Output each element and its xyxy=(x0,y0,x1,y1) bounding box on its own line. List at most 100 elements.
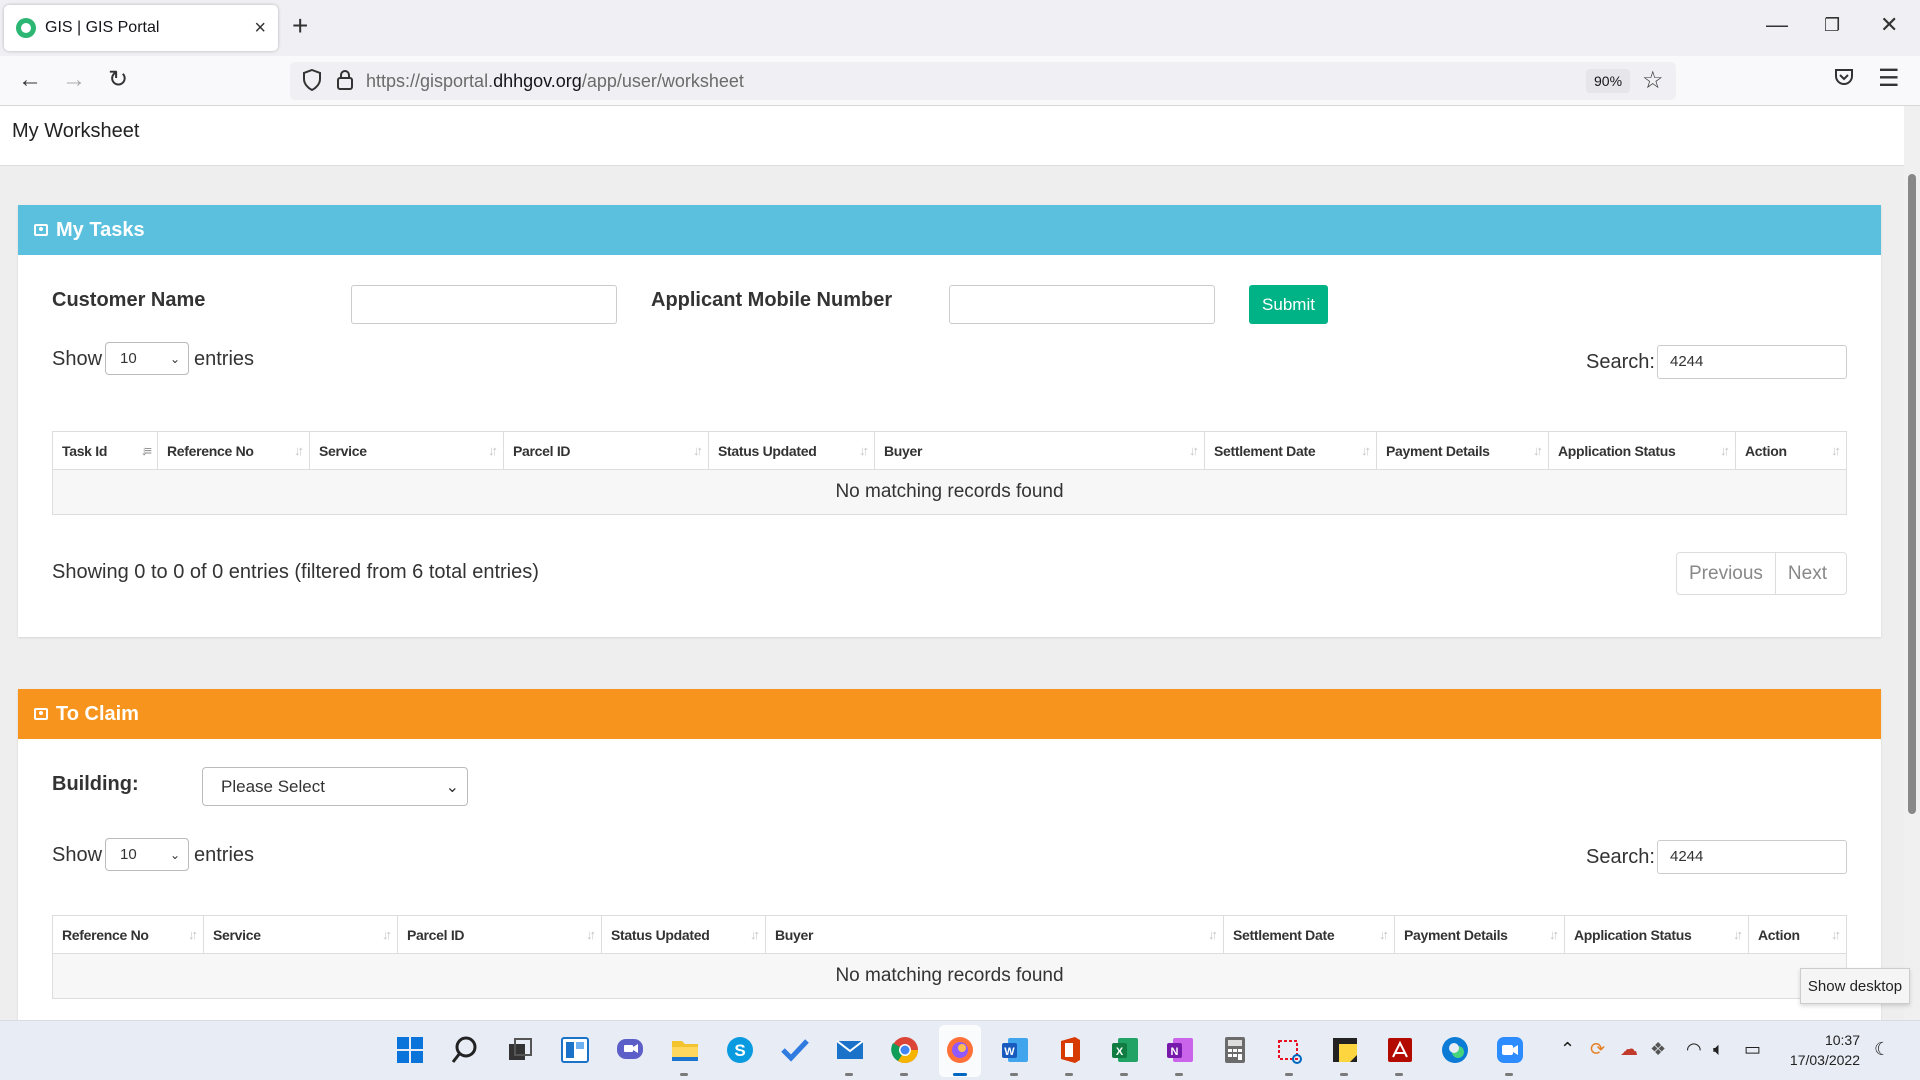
mobile-number-label: Applicant Mobile Number xyxy=(651,289,893,311)
firefox-icon[interactable] xyxy=(945,1035,975,1065)
task-view-icon[interactable] xyxy=(505,1035,535,1065)
battery-icon[interactable]: ▭ xyxy=(1744,1039,1761,1060)
calculator-icon[interactable] xyxy=(1220,1035,1250,1065)
running-indicator xyxy=(1120,1073,1128,1076)
column-header[interactable]: Reference No ↓↑ xyxy=(53,916,204,954)
column-header[interactable]: Settlement Date ↓↑ xyxy=(1205,432,1377,470)
running-indicator xyxy=(1175,1073,1183,1076)
skype-icon[interactable]: S xyxy=(725,1035,755,1065)
back-icon[interactable]: ← xyxy=(18,66,42,94)
previous-page-button[interactable]: Previous xyxy=(1677,553,1776,594)
column-header[interactable]: Status Updated ↓↑ xyxy=(602,916,766,954)
todo-icon[interactable] xyxy=(780,1035,810,1065)
file-explorer-icon[interactable] xyxy=(670,1035,700,1065)
page-scrollbar[interactable] xyxy=(1904,106,1920,1020)
restore-icon[interactable]: ❐ xyxy=(1824,15,1840,36)
scrollbar-thumb[interactable] xyxy=(1908,174,1916,814)
search-icon[interactable] xyxy=(450,1035,480,1065)
my-tasks-header: My Tasks xyxy=(18,205,1881,255)
start-icon[interactable] xyxy=(395,1035,425,1065)
column-header[interactable]: Task Id ↓≡ xyxy=(53,432,158,470)
bookmark-star-icon[interactable]: ☆ xyxy=(1642,66,1664,95)
sort-icon: ↓↑ xyxy=(859,443,869,458)
chrome-icon[interactable] xyxy=(890,1035,920,1065)
mobile-number-input[interactable] xyxy=(949,285,1215,324)
column-header[interactable]: Settlement Date ↓↑ xyxy=(1224,916,1395,954)
clock[interactable]: 10:37 17/03/2022 xyxy=(1770,1030,1860,1070)
column-header[interactable]: Status Updated ↓↑ xyxy=(709,432,875,470)
column-header[interactable]: Buyer ↓↑ xyxy=(875,432,1205,470)
teams-chat-icon[interactable] xyxy=(615,1035,645,1065)
excel-icon[interactable]: X xyxy=(1110,1035,1140,1065)
browser-tab[interactable]: GIS | GIS Portal × xyxy=(4,5,278,51)
volume-icon[interactable]: 🔈︎ xyxy=(1713,1039,1724,1060)
clock-time: 10:37 xyxy=(1824,1032,1860,1048)
to-claim-header: To Claim xyxy=(18,689,1881,739)
close-tab-icon[interactable]: × xyxy=(254,17,266,40)
pocket-icon[interactable] xyxy=(1834,67,1854,87)
column-header[interactable]: Action ↓↑ xyxy=(1736,432,1846,470)
zoom-level-badge[interactable]: 90% xyxy=(1586,69,1631,93)
zoom-app-icon[interactable] xyxy=(1495,1035,1525,1065)
show-hidden-icons-chevron-icon[interactable]: ⌃ xyxy=(1560,1039,1575,1060)
reload-icon[interactable]: ↻ xyxy=(108,66,128,94)
building-select[interactable]: Please Select ⌄ xyxy=(202,767,468,806)
column-header[interactable]: Service ↓↑ xyxy=(310,432,504,470)
column-header[interactable]: Parcel ID ↓↑ xyxy=(504,432,709,470)
address-bar[interactable]: https://gisportal.dhhgov.org/app/user/wo… xyxy=(290,62,1676,100)
new-tab-icon[interactable]: + xyxy=(292,12,308,40)
search-input[interactable]: 4244 xyxy=(1657,840,1847,874)
svg-text:W: W xyxy=(1004,1046,1015,1058)
snipping-tool-icon[interactable] xyxy=(1275,1035,1305,1065)
page-size-select[interactable]: 10 ⌄ xyxy=(105,342,189,375)
my-tasks-heading: My Tasks xyxy=(56,218,145,241)
column-header[interactable]: Service ↓↑ xyxy=(204,916,398,954)
notifications-moon-icon[interactable]: ☾ xyxy=(1874,1039,1890,1060)
minimize-icon[interactable]: — xyxy=(1766,12,1788,38)
entries-label: entries xyxy=(194,348,255,370)
column-header[interactable]: Action ↓↑ xyxy=(1749,916,1846,954)
close-window-icon[interactable]: ✕ xyxy=(1880,12,1898,38)
my-tasks-panel: My Tasks Customer Name Applicant Mobile … xyxy=(18,205,1881,637)
sort-icon: ↓↑ xyxy=(188,927,198,942)
word-icon[interactable]: W xyxy=(1000,1035,1030,1065)
onenote-icon[interactable]: N xyxy=(1165,1035,1195,1065)
search-input[interactable]: 4244 xyxy=(1657,345,1847,379)
next-page-button[interactable]: Next xyxy=(1776,553,1839,594)
hamburger-menu-icon[interactable]: ☰ xyxy=(1878,64,1900,93)
sort-icon: ↓↑ xyxy=(1208,927,1218,942)
show-label: Show xyxy=(52,348,103,370)
customer-name-input[interactable] xyxy=(351,285,617,324)
sort-icon: ↓↑ xyxy=(382,927,392,942)
column-header[interactable]: Application Status ↓↑ xyxy=(1549,432,1736,470)
column-header[interactable]: Application Status ↓↑ xyxy=(1565,916,1749,954)
mail-icon[interactable] xyxy=(835,1035,865,1065)
taskbar: S W X N ⌃ ⟳ ☁ ❖ ◠ 🔈︎ ▭ 10:37 17/03/2022 … xyxy=(0,1020,1920,1080)
page-size-value: 10 xyxy=(120,846,137,863)
to-claim-heading: To Claim xyxy=(56,702,139,725)
running-indicator xyxy=(1395,1073,1403,1076)
column-header[interactable]: Payment Details ↓↑ xyxy=(1395,916,1565,954)
onedrive-error-icon[interactable]: ☁ xyxy=(1620,1039,1638,1060)
column-header[interactable]: Reference No ↓↑ xyxy=(158,432,310,470)
page-size-select[interactable]: 10 ⌄ xyxy=(105,838,189,871)
column-header[interactable]: Payment Details ↓↑ xyxy=(1377,432,1549,470)
submit-button[interactable]: Submit xyxy=(1249,285,1328,324)
sort-icon: ↓↑ xyxy=(1549,927,1559,942)
chevron-down-icon: ⌄ xyxy=(169,351,180,366)
dropbox-icon[interactable]: ❖ xyxy=(1650,1039,1666,1060)
column-header[interactable]: Parcel ID ↓↑ xyxy=(398,916,602,954)
forward-icon[interactable]: → xyxy=(62,66,86,94)
column-header[interactable]: Buyer ↓↑ xyxy=(766,916,1224,954)
edge-icon[interactable] xyxy=(1440,1035,1470,1065)
entries-label: entries xyxy=(194,844,255,866)
sticky-notes-icon[interactable] xyxy=(1330,1035,1360,1065)
widgets-icon[interactable] xyxy=(560,1035,590,1065)
acrobat-icon[interactable] xyxy=(1385,1035,1415,1065)
sync-icon[interactable]: ⟳ xyxy=(1590,1039,1605,1060)
wifi-icon[interactable]: ◠ xyxy=(1686,1039,1702,1060)
office-icon[interactable] xyxy=(1055,1035,1085,1065)
running-indicator xyxy=(845,1073,853,1076)
chevron-down-icon: ⌄ xyxy=(169,847,180,862)
building-select-value: Please Select xyxy=(221,776,325,796)
